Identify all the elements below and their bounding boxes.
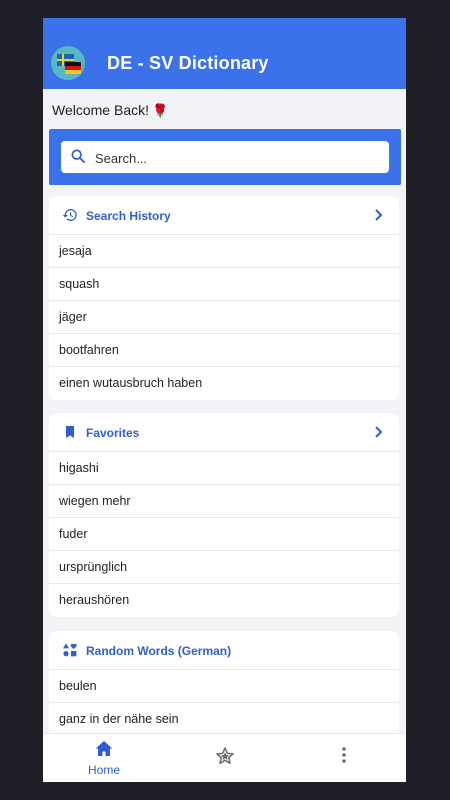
germany-flag-icon (65, 62, 81, 74)
history-item[interactable]: jäger (49, 301, 399, 334)
history-icon (62, 209, 77, 221)
history-item[interactable]: squash (49, 268, 399, 301)
search-history-card: Search History jesaja squash jäger bootf… (49, 196, 399, 400)
search-bar-container (49, 129, 401, 185)
rose-emoji: 🌹 (152, 103, 169, 118)
search-history-header[interactable]: Search History (49, 196, 399, 235)
star-outline-icon[interactable] (215, 746, 235, 766)
chevron-right-icon[interactable] (373, 208, 385, 222)
search-history-title: Search History (86, 209, 171, 223)
welcome-message: Welcome Back! 🌹 (52, 102, 168, 119)
search-box[interactable] (61, 141, 389, 175)
welcome-text: Welcome Back! (52, 102, 149, 118)
random-words-header: Random Words (German) (49, 631, 399, 670)
favorites-title: Favorites (86, 426, 140, 440)
favorites-header[interactable]: Favorites (49, 413, 399, 452)
app-screen: DE - SV Dictionary Welcome Back! 🌹 Search… (43, 18, 406, 782)
history-item[interactable]: einen wutausbruch haben (49, 367, 399, 400)
more-vertical-icon[interactable] (341, 746, 347, 764)
random-word-item[interactable]: beulen (49, 670, 399, 703)
home-icon (95, 741, 113, 756)
app-title: DE - SV Dictionary (107, 53, 269, 73)
bottom-navigation: Home (43, 733, 406, 782)
random-words-title: Random Words (German) (86, 644, 232, 658)
app-logo (51, 46, 85, 80)
random-word-item[interactable]: ganz in der nähe sein (49, 703, 399, 736)
favorite-item[interactable]: heraushören (49, 584, 399, 617)
random-words-card: Random Words (German) beulen ganz in der… (49, 631, 399, 736)
search-input[interactable] (93, 141, 387, 175)
history-item[interactable]: jesaja (49, 235, 399, 268)
nav-home-label: Home (87, 763, 120, 777)
nav-home-tab[interactable]: Home (87, 740, 121, 777)
app-bar: DE - SV Dictionary (43, 18, 406, 89)
favorite-item[interactable]: fuder (49, 518, 399, 551)
history-item[interactable]: bootfahren (49, 334, 399, 367)
bookmark-icon (66, 426, 74, 438)
chevron-right-icon[interactable] (373, 425, 385, 439)
favorite-item[interactable]: wiegen mehr (49, 485, 399, 518)
favorite-item[interactable]: higashi (49, 452, 399, 485)
search-icon (71, 149, 85, 163)
favorite-item[interactable]: ursprünglich (49, 551, 399, 584)
favorites-card: Favorites higashi wiegen mehr fuder ursp… (49, 413, 399, 617)
shapes-icon (63, 643, 77, 657)
